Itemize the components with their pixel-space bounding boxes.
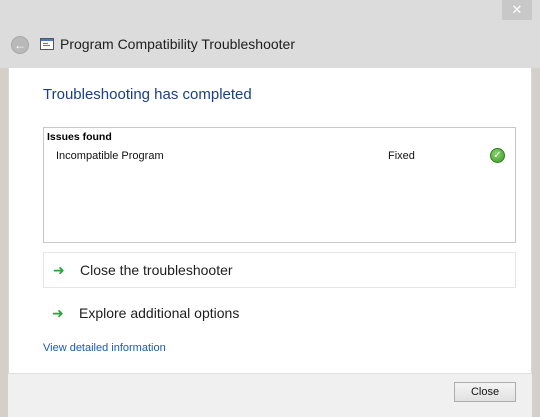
page-heading: Troubleshooting has completed (43, 86, 252, 103)
troubleshooter-app-icon (40, 38, 54, 50)
back-button[interactable]: ← (11, 36, 29, 54)
issues-title: Issues found (47, 131, 112, 143)
title-bar: ✕ ← Program Compatibility Troubleshooter (0, 0, 540, 68)
issue-status: Fixed (388, 150, 415, 162)
option-label: Close the troubleshooter (80, 262, 233, 278)
close-troubleshooter-option[interactable]: ➜ Close the troubleshooter (43, 252, 516, 288)
troubleshooter-window: ✕ ← Program Compatibility Troubleshooter… (0, 0, 540, 417)
issue-name: Incompatible Program (56, 150, 164, 162)
footer-bar: Close (8, 373, 532, 417)
issues-panel: Issues found Incompatible Program Fixed … (43, 127, 516, 243)
check-icon: ✓ (490, 148, 505, 163)
issue-row: Incompatible Program Fixed ✓ (44, 148, 515, 168)
back-arrow-icon: ← (14, 38, 26, 52)
green-arrow-icon: ➜ (53, 262, 65, 278)
close-icon: ✕ (511, 2, 523, 17)
window-close-button[interactable]: ✕ (502, 0, 532, 20)
close-button[interactable]: Close (454, 382, 516, 402)
green-arrow-icon: ➜ (52, 305, 64, 321)
view-details-link[interactable]: View detailed information (43, 342, 166, 354)
content-pane: Troubleshooting has completed Issues fou… (8, 68, 532, 373)
option-label: Explore additional options (79, 305, 240, 321)
window-title: Program Compatibility Troubleshooter (60, 36, 295, 52)
explore-options-option[interactable]: ➜ Explore additional options (43, 295, 516, 331)
